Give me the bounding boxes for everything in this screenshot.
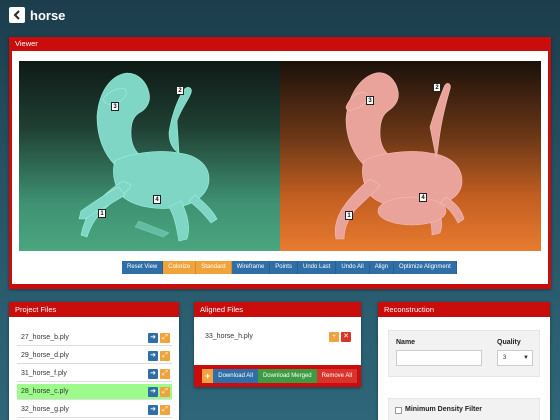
align-button[interactable]: Align [369,261,395,274]
expand-icon[interactable]: ⤢ [160,369,170,379]
file-name: 32_horse_g.ply [21,406,69,413]
add-icon[interactable]: + [329,332,339,342]
remove-all-button[interactable]: Remove All [316,369,358,383]
aligned-file-row[interactable]: 33_horse_h.ply + ✕ [202,330,353,344]
quality-value: 3 [503,355,507,361]
density-filter-label: Minimum Density Filter [405,406,483,413]
reconstruction-title: Reconstruction [378,302,550,317]
arrow-right-icon[interactable]: ➜ [148,405,158,415]
aligned-files-title: Aligned Files [194,302,361,317]
back-button[interactable] [9,7,25,23]
download-merged-button[interactable]: Download Merged [257,369,317,383]
project-file-row[interactable]: 29_horse_d.ply ➜ ⤢ [17,348,172,364]
source-mesh-view[interactable]: 1 2 3 4 [19,61,280,251]
arrow-right-icon[interactable]: ➜ [148,351,158,361]
caret-down-icon: ▼ [523,355,529,361]
target-marker-4[interactable]: 4 [419,193,427,202]
target-horse-mesh [334,72,465,240]
reconstruction-panel: Reconstruction Name Quality 3 ▼ Minimum … [378,302,550,420]
target-marker-1[interactable]: 1 [345,211,353,220]
undo-all-button[interactable]: Undo All [336,261,370,274]
file-name: 28_horse_c.ply [21,388,69,395]
viewer-panel: Viewer 1 2 3 4 1 2 3 4 Reset View Colori… [9,37,551,289]
chevron-left-icon [13,10,20,20]
close-icon[interactable]: ✕ [341,332,351,342]
expand-icon[interactable]: ⤢ [160,405,170,415]
top-bar: horse [9,6,65,24]
viewer-body: 1 2 3 4 1 2 3 4 Reset View Colorize Stan… [9,51,551,289]
viewer-canvas[interactable]: 1 2 3 4 1 2 3 4 [19,61,541,251]
source-marker-2[interactable]: 2 [176,86,184,95]
colorize-button[interactable]: Colorize [163,261,197,274]
standard-button[interactable]: Standard [196,261,232,274]
arrow-right-icon[interactable]: ➜ [148,333,158,343]
file-name: 29_horse_d.ply [21,352,69,359]
target-marker-2[interactable]: 2 [433,83,441,92]
expand-icon[interactable]: ⤢ [160,387,170,397]
source-marker-4[interactable]: 4 [153,195,161,204]
target-mesh-view[interactable]: 1 2 3 4 [280,61,541,251]
expand-icon[interactable]: ⤢ [160,351,170,361]
project-files-title: Project Files [9,302,179,317]
download-all-button[interactable]: Download All [213,369,258,383]
project-file-row-selected[interactable]: 28_horse_c.ply ➜ ⤢ [17,384,172,400]
undo-last-button[interactable]: Undo Last [297,261,337,274]
arrow-right-icon[interactable]: ➜ [148,387,158,397]
quality-label: Quality [497,339,521,346]
optimize-alignment-button[interactable]: Optimize Alignment [394,261,457,274]
arrow-right-icon[interactable]: ➜ [148,369,158,379]
density-filter-checkbox[interactable] [395,407,402,414]
file-name: 31_horse_f.ply [21,370,67,377]
project-files-panel: Project Files 27_horse_b.ply ➜ ⤢ 29_hors… [9,302,179,420]
source-marker-3[interactable]: 3 [111,102,119,111]
reset-view-button[interactable]: Reset View [122,261,164,274]
density-filter-box: Minimum Density Filter [388,398,540,420]
name-label: Name [396,339,416,346]
points-button[interactable]: Points [270,261,298,274]
quality-select[interactable]: 3 ▼ [497,350,533,366]
source-marker-1[interactable]: 1 [98,209,106,218]
project-file-row[interactable]: 31_horse_f.ply ➜ ⤢ [17,366,172,382]
reconstruction-settings: Name Quality 3 ▼ [388,330,540,377]
aligned-files-panel: Aligned Files 33_horse_h.ply + ✕ + Downl… [194,302,361,387]
expand-icon[interactable]: ⤢ [160,333,170,343]
source-horse-mesh [78,72,218,242]
viewer-title: Viewer [9,37,551,51]
add-file-button[interactable]: + [202,369,214,383]
app-title: horse [30,7,66,23]
file-name: 33_horse_h.ply [205,333,253,340]
project-file-row[interactable]: 27_horse_b.ply ➜ ⤢ [17,330,172,346]
target-marker-3[interactable]: 3 [366,96,374,105]
viewer-toolbar: Reset View Colorize Standard Wireframe P… [122,261,457,274]
wireframe-button[interactable]: Wireframe [231,261,271,274]
file-name: 27_horse_b.ply [21,334,69,341]
project-file-row[interactable]: 32_horse_g.ply ➜ ⤢ [17,402,172,418]
aligned-files-footer: + Download All Download Merged Remove Al… [194,365,361,387]
name-input[interactable] [396,350,482,366]
